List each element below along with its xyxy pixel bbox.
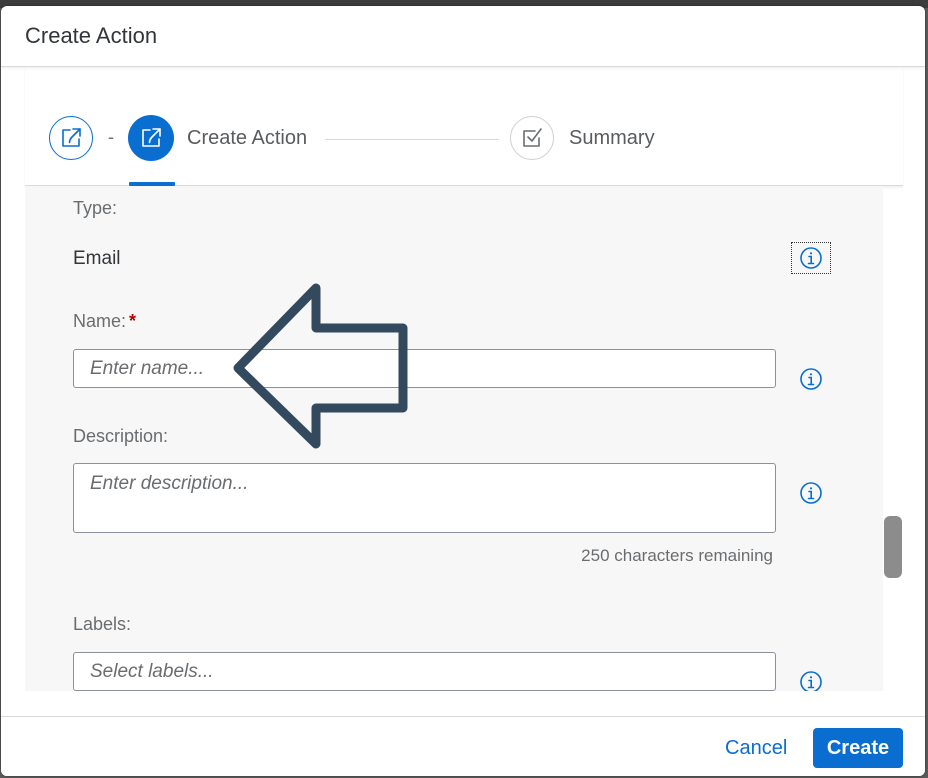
dialog-title: Create Action: [25, 23, 158, 48]
dialog-footer: Cancel Create: [1, 716, 925, 776]
wizard-progress: - Create Action Summary: [25, 67, 903, 186]
required-marker: *: [129, 311, 137, 331]
description-info-button[interactable]: [798, 480, 824, 506]
name-label: Name: *: [73, 311, 136, 332]
name-label-text: Name:: [73, 311, 127, 331]
step-connector-line: [325, 139, 499, 140]
form-content: Type: Email Name:* Description:: [25, 186, 883, 691]
info-icon: [800, 671, 822, 691]
labels-label: Labels:: [73, 614, 132, 634]
share-icon: [62, 128, 81, 147]
name-input[interactable]: [73, 349, 776, 388]
description-input[interactable]: [73, 463, 776, 533]
checkbox-icon: [523, 128, 542, 147]
type-info-button[interactable]: [791, 242, 831, 274]
info-icon: [800, 482, 822, 504]
info-icon: [800, 368, 822, 390]
labels-input[interactable]: [73, 652, 776, 691]
dialog-header: Create Action: [1, 6, 925, 67]
type-value: Email: [73, 248, 121, 269]
share-icon: [142, 128, 161, 147]
type-label: Type:: [73, 198, 118, 218]
description-character-counter: 250 characters remaining: [581, 546, 773, 565]
cancel-button[interactable]: Cancel: [713, 729, 799, 767]
wizard-step-summary-label[interactable]: Summary: [569, 127, 655, 150]
create-action-dialog: Create Action - Create Action Summary Ty…: [1, 6, 925, 776]
labels-info-button[interactable]: [798, 669, 824, 691]
create-button[interactable]: Create: [813, 728, 903, 768]
wizard-step-1[interactable]: [49, 116, 93, 160]
wizard-step-summary[interactable]: [510, 116, 554, 160]
left-arrow-annotation-icon: [233, 283, 408, 449]
scrollbar-thumb[interactable]: [884, 516, 902, 578]
description-label: Description:: [73, 426, 169, 446]
wizard-step-create-action-label[interactable]: Create Action: [187, 127, 307, 150]
name-info-button[interactable]: [798, 366, 824, 392]
info-icon: [800, 247, 822, 269]
step-separator: -: [108, 127, 114, 147]
wizard-step-create-action[interactable]: [128, 115, 174, 161]
